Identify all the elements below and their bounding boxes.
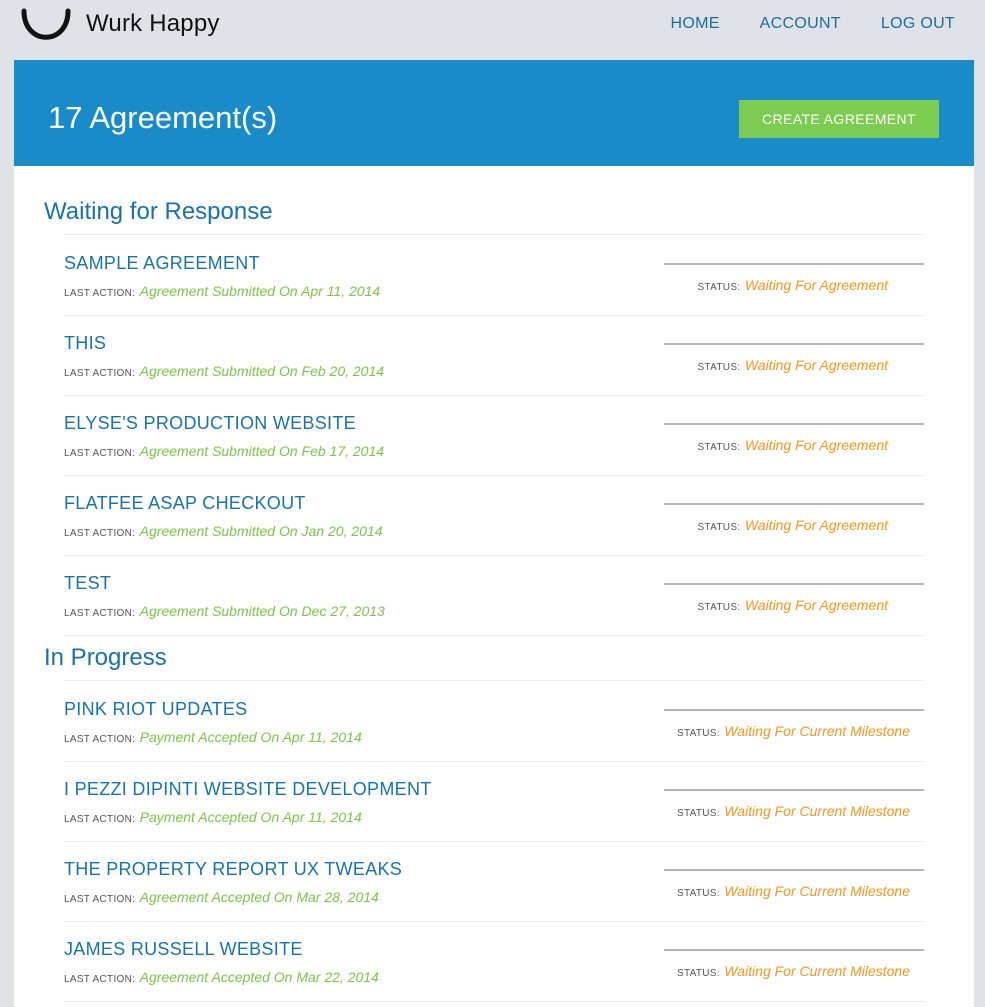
- status: STATUS: Waiting For Agreement: [698, 357, 888, 375]
- nav-home-link[interactable]: HOME: [670, 15, 719, 33]
- agreement-row: SAMPLE AGREEMENT LAST ACTION: Agreement S…: [64, 235, 924, 316]
- status-value: Waiting For Agreement: [744, 277, 888, 293]
- last-action: LAST ACTION: Payment Accepted On Apr 11,…: [64, 809, 362, 827]
- agreement-title-link[interactable]: JAMES RUSSELL WEBSITE: [64, 939, 303, 960]
- last-action-value: Payment Accepted On Apr 11, 2014: [139, 809, 362, 825]
- agreement-row: ELYSE'S PRODUCTION WEBSITE LAST ACTION: A…: [64, 395, 924, 476]
- status-label: STATUS:: [697, 442, 741, 453]
- last-action: LAST ACTION: Agreement Submitted On Dec …: [64, 603, 385, 621]
- agreement-title-link[interactable]: I PEZZI DIPINTI WEBSITE DEVELOPMENT: [64, 779, 432, 800]
- create-agreement-button[interactable]: CREATE AGREEMENT: [739, 100, 939, 138]
- status-label: STATUS:: [677, 728, 720, 739]
- smile-arc-icon: [20, 6, 72, 42]
- last-action-label: LAST ACTION:: [64, 288, 136, 299]
- logo[interactable]: Wurk Happy: [20, 6, 220, 42]
- section-title: Waiting for Response: [44, 198, 273, 225]
- status: STATUS: Waiting For Agreement: [698, 437, 888, 455]
- agreement-title-link[interactable]: SAMPLE AGREEMENT: [64, 253, 260, 274]
- last-action-value: Agreement Submitted On Feb 17, 2014: [139, 443, 385, 459]
- last-action-value: Payment Accepted On Apr 11, 2014: [139, 729, 362, 745]
- last-action-label: LAST ACTION:: [64, 368, 136, 379]
- status: STATUS: Waiting For Current Milestone: [677, 963, 910, 981]
- agreement-title-link[interactable]: THE PROPERTY REPORT UX TWEAKS: [64, 859, 402, 880]
- last-action-label: LAST ACTION:: [64, 974, 136, 985]
- status-divider: [664, 869, 924, 871]
- last-action-label: LAST ACTION:: [64, 894, 136, 905]
- last-action-label: LAST ACTION:: [64, 734, 136, 745]
- agreement-row: THIS LAST ACTION: Agreement Submitted On …: [64, 315, 924, 396]
- status-value: Waiting For Agreement: [744, 597, 888, 613]
- status-divider: [664, 709, 924, 711]
- status-divider: [664, 263, 924, 265]
- status-value: Waiting For Agreement: [744, 357, 888, 373]
- agreement-row: FLATFEE ASAP CHECKOUT LAST ACTION: Agreem…: [64, 475, 924, 556]
- status-divider: [664, 789, 924, 791]
- status-label: STATUS:: [697, 602, 741, 613]
- last-action-value: Agreement Submitted On Apr 11, 2014: [139, 283, 381, 299]
- status: STATUS: Waiting For Current Milestone: [677, 723, 910, 741]
- main-nav: HOME ACCOUNT LOG OUT: [670, 15, 955, 33]
- status-divider: [664, 503, 924, 505]
- status-label: STATUS:: [677, 968, 720, 979]
- status-value: Waiting For Agreement: [744, 517, 888, 533]
- agreements-panel: 17 Agreement(s) CREATE AGREEMENT Waiting…: [14, 60, 974, 1007]
- status-label: STATUS:: [697, 282, 741, 293]
- status-value: Waiting For Current Milestone: [724, 963, 910, 979]
- nav-logout-link[interactable]: LOG OUT: [881, 15, 955, 33]
- agreement-row: TEST LAST ACTION: Agreement Submitted On …: [64, 555, 924, 636]
- last-action-label: LAST ACTION:: [64, 528, 136, 539]
- status-value: Waiting For Agreement: [744, 437, 888, 453]
- last-action-label: LAST ACTION:: [64, 608, 136, 619]
- agreement-title-link[interactable]: PINK RIOT UPDATES: [64, 699, 247, 720]
- last-action: LAST ACTION: Agreement Accepted On Mar 2…: [64, 889, 379, 907]
- last-action: LAST ACTION: Agreement Submitted On Feb …: [64, 443, 384, 461]
- last-action-value: Agreement Submitted On Dec 27, 2013: [139, 603, 385, 619]
- nav-account-link[interactable]: ACCOUNT: [760, 15, 841, 33]
- agreement-title-link[interactable]: THIS: [64, 333, 106, 354]
- agreement-title-link[interactable]: FLATFEE ASAP CHECKOUT: [64, 493, 306, 514]
- last-action-label: LAST ACTION:: [64, 814, 136, 825]
- section-title: In Progress: [44, 644, 167, 671]
- last-action-value: Agreement Submitted On Feb 20, 2014: [139, 363, 385, 379]
- status-divider: [664, 949, 924, 951]
- status-value: Waiting For Current Milestone: [724, 883, 910, 899]
- last-action-value: Agreement Accepted On Mar 28, 2014: [139, 889, 379, 905]
- status: STATUS: Waiting For Agreement: [698, 277, 888, 295]
- app-name: Wurk Happy: [86, 10, 220, 37]
- status-divider: [664, 343, 924, 345]
- agreement-row: THE PROPERTY REPORT UX TWEAKS LAST ACTION…: [64, 841, 924, 922]
- status-label: STATUS:: [677, 888, 720, 899]
- status-divider: [664, 583, 924, 585]
- status: STATUS: Waiting For Agreement: [698, 517, 888, 535]
- last-action-label: LAST ACTION:: [64, 448, 136, 459]
- status: STATUS: Waiting For Agreement: [698, 597, 888, 615]
- last-action: LAST ACTION: Agreement Submitted On Apr …: [64, 283, 380, 301]
- status-label: STATUS:: [697, 362, 741, 373]
- last-action-value: Agreement Accepted On Mar 22, 2014: [139, 969, 379, 985]
- agreement-row: I PEZZI DIPINTI WEBSITE DEVELOPMENT LAST …: [64, 761, 924, 842]
- page-title: 17 Agreement(s): [48, 100, 278, 135]
- last-action: LAST ACTION: Agreement Accepted On Mar 2…: [64, 969, 379, 987]
- agreement-row: JAMES RUSSELL WEBSITE LAST ACTION: Agreem…: [64, 921, 924, 1002]
- status-label: STATUS:: [697, 522, 741, 533]
- status-divider: [664, 423, 924, 425]
- status-value: Waiting For Current Milestone: [724, 723, 910, 739]
- last-action: LAST ACTION: Agreement Submitted On Feb …: [64, 363, 384, 381]
- status: STATUS: Waiting For Current Milestone: [677, 803, 910, 821]
- agreement-title-link[interactable]: TEST: [64, 573, 111, 594]
- last-action-value: Agreement Submitted On Jan 20, 2014: [139, 523, 383, 539]
- last-action: LAST ACTION: Payment Accepted On Apr 11,…: [64, 729, 362, 747]
- last-action: LAST ACTION: Agreement Submitted On Jan …: [64, 523, 383, 541]
- agreement-title-link[interactable]: ELYSE'S PRODUCTION WEBSITE: [64, 413, 356, 434]
- status: STATUS: Waiting For Current Milestone: [677, 883, 910, 901]
- agreement-row: PINK RIOT UPDATES LAST ACTION: Payment Ac…: [64, 681, 924, 762]
- top-bar: Wurk Happy HOME ACCOUNT LOG OUT: [0, 0, 985, 50]
- status-label: STATUS:: [677, 808, 720, 819]
- panel-header: 17 Agreement(s) CREATE AGREEMENT: [14, 60, 974, 166]
- status-value: Waiting For Current Milestone: [724, 803, 910, 819]
